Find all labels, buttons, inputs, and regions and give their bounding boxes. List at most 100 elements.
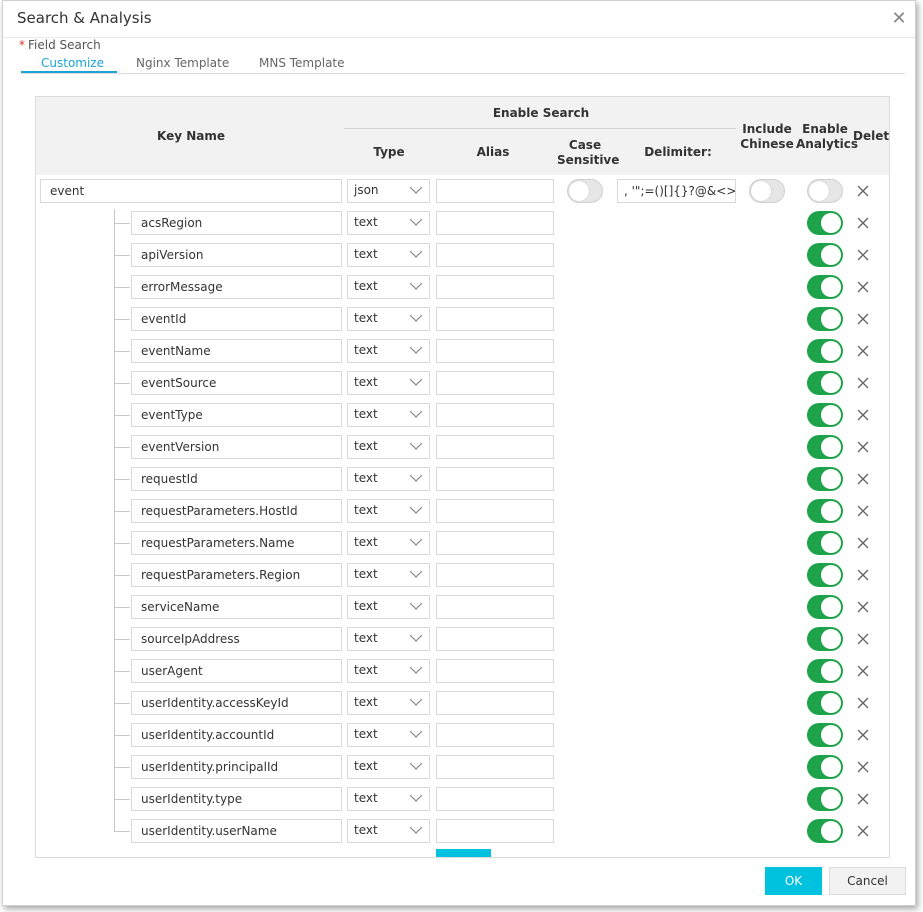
enable-analytics-toggle[interactable] xyxy=(807,755,843,779)
enable-analytics-toggle[interactable] xyxy=(807,179,843,203)
cancel-button[interactable]: Cancel xyxy=(829,867,906,895)
type-select[interactable]: text xyxy=(347,659,430,683)
delete-x-icon[interactable] xyxy=(856,472,870,486)
alias-input[interactable] xyxy=(436,563,554,587)
enable-analytics-toggle[interactable] xyxy=(807,339,843,363)
tab-mns-template[interactable]: MNS Template xyxy=(259,56,345,70)
key-name-input[interactable]: apiVersion xyxy=(131,243,342,267)
key-name-input[interactable]: userIdentity.principalId xyxy=(131,755,342,779)
delete-x-icon[interactable] xyxy=(856,440,870,454)
key-name-input[interactable]: eventName xyxy=(131,339,342,363)
key-name-input[interactable]: eventSource xyxy=(131,371,342,395)
key-name-input[interactable]: event xyxy=(40,179,342,203)
add-field-button[interactable] xyxy=(436,849,491,857)
delimiter-input[interactable]: , '";=()[]{}?@&<>/:\ xyxy=(617,179,736,203)
delete-x-icon[interactable] xyxy=(856,216,870,230)
type-select[interactable]: text xyxy=(347,819,430,843)
type-select[interactable]: text xyxy=(347,723,430,747)
type-select[interactable]: text xyxy=(347,307,430,331)
alias-input[interactable] xyxy=(436,723,554,747)
delete-x-icon[interactable] xyxy=(856,312,870,326)
key-name-input[interactable]: userAgent xyxy=(131,659,342,683)
type-select[interactable]: json xyxy=(347,179,430,203)
alias-input[interactable] xyxy=(436,787,554,811)
delete-x-icon[interactable] xyxy=(856,632,870,646)
enable-analytics-toggle[interactable] xyxy=(807,627,843,651)
alias-input[interactable] xyxy=(436,595,554,619)
type-select[interactable]: text xyxy=(347,787,430,811)
key-name-input[interactable]: userIdentity.accountId xyxy=(131,723,342,747)
delete-x-icon[interactable] xyxy=(856,728,870,742)
delete-x-icon[interactable] xyxy=(856,408,870,422)
type-select[interactable]: text xyxy=(347,403,430,427)
key-name-input[interactable]: errorMessage xyxy=(131,275,342,299)
enable-analytics-toggle[interactable] xyxy=(807,531,843,555)
key-name-input[interactable]: eventVersion xyxy=(131,435,342,459)
delete-x-icon[interactable] xyxy=(856,696,870,710)
enable-analytics-toggle[interactable] xyxy=(807,659,843,683)
alias-input[interactable] xyxy=(436,819,554,843)
alias-input[interactable] xyxy=(436,371,554,395)
type-select[interactable]: text xyxy=(347,691,430,715)
key-name-input[interactable]: userIdentity.userName xyxy=(131,819,342,843)
enable-analytics-toggle[interactable] xyxy=(807,595,843,619)
delete-x-icon[interactable] xyxy=(856,376,870,390)
include-chinese-toggle[interactable] xyxy=(749,179,785,203)
close-icon[interactable]: ✕ xyxy=(890,10,908,28)
enable-analytics-toggle[interactable] xyxy=(807,307,843,331)
delete-x-icon[interactable] xyxy=(856,664,870,678)
enable-analytics-toggle[interactable] xyxy=(807,691,843,715)
key-name-input[interactable]: serviceName xyxy=(131,595,342,619)
type-select[interactable]: text xyxy=(347,243,430,267)
type-select[interactable]: text xyxy=(347,275,430,299)
key-name-input[interactable]: requestId xyxy=(131,467,342,491)
alias-input[interactable] xyxy=(436,691,554,715)
enable-analytics-toggle[interactable] xyxy=(807,723,843,747)
key-name-input[interactable]: requestParameters.Region xyxy=(131,563,342,587)
enable-analytics-toggle[interactable] xyxy=(807,499,843,523)
tab-customize[interactable]: Customize xyxy=(41,56,104,70)
alias-input[interactable] xyxy=(436,435,554,459)
delete-x-icon[interactable] xyxy=(856,536,870,550)
key-name-input[interactable]: requestParameters.Name xyxy=(131,531,342,555)
type-select[interactable]: text xyxy=(347,371,430,395)
enable-analytics-toggle[interactable] xyxy=(807,275,843,299)
key-name-input[interactable]: requestParameters.HostId xyxy=(131,499,342,523)
delete-x-icon[interactable] xyxy=(856,504,870,518)
enable-analytics-toggle[interactable] xyxy=(807,819,843,843)
case-sensitive-toggle[interactable] xyxy=(567,179,603,203)
enable-analytics-toggle[interactable] xyxy=(807,787,843,811)
delete-x-icon[interactable] xyxy=(856,824,870,838)
key-name-input[interactable]: acsRegion xyxy=(131,211,342,235)
alias-input[interactable] xyxy=(436,275,554,299)
key-name-input[interactable]: userIdentity.accessKeyId xyxy=(131,691,342,715)
type-select[interactable]: text xyxy=(347,499,430,523)
alias-input[interactable] xyxy=(436,307,554,331)
type-select[interactable]: text xyxy=(347,627,430,651)
type-select[interactable]: text xyxy=(347,595,430,619)
type-select[interactable]: text xyxy=(347,435,430,459)
delete-x-icon[interactable] xyxy=(856,568,870,582)
alias-input[interactable] xyxy=(436,339,554,363)
delete-x-icon[interactable] xyxy=(856,344,870,358)
ok-button[interactable]: OK xyxy=(765,867,822,895)
alias-input[interactable] xyxy=(436,659,554,683)
type-select[interactable]: text xyxy=(347,531,430,555)
delete-x-icon[interactable] xyxy=(856,184,870,198)
enable-analytics-toggle[interactable] xyxy=(807,403,843,427)
delete-x-icon[interactable] xyxy=(856,280,870,294)
alias-input[interactable] xyxy=(436,499,554,523)
enable-analytics-toggle[interactable] xyxy=(807,243,843,267)
type-select[interactable]: text xyxy=(347,563,430,587)
delete-x-icon[interactable] xyxy=(856,600,870,614)
enable-analytics-toggle[interactable] xyxy=(807,435,843,459)
key-name-input[interactable]: userIdentity.type xyxy=(131,787,342,811)
alias-input[interactable] xyxy=(436,627,554,651)
alias-input[interactable] xyxy=(436,531,554,555)
enable-analytics-toggle[interactable] xyxy=(807,371,843,395)
key-name-input[interactable]: eventType xyxy=(131,403,342,427)
alias-input[interactable] xyxy=(436,211,554,235)
delete-x-icon[interactable] xyxy=(856,760,870,774)
enable-analytics-toggle[interactable] xyxy=(807,467,843,491)
alias-input[interactable] xyxy=(436,179,554,203)
